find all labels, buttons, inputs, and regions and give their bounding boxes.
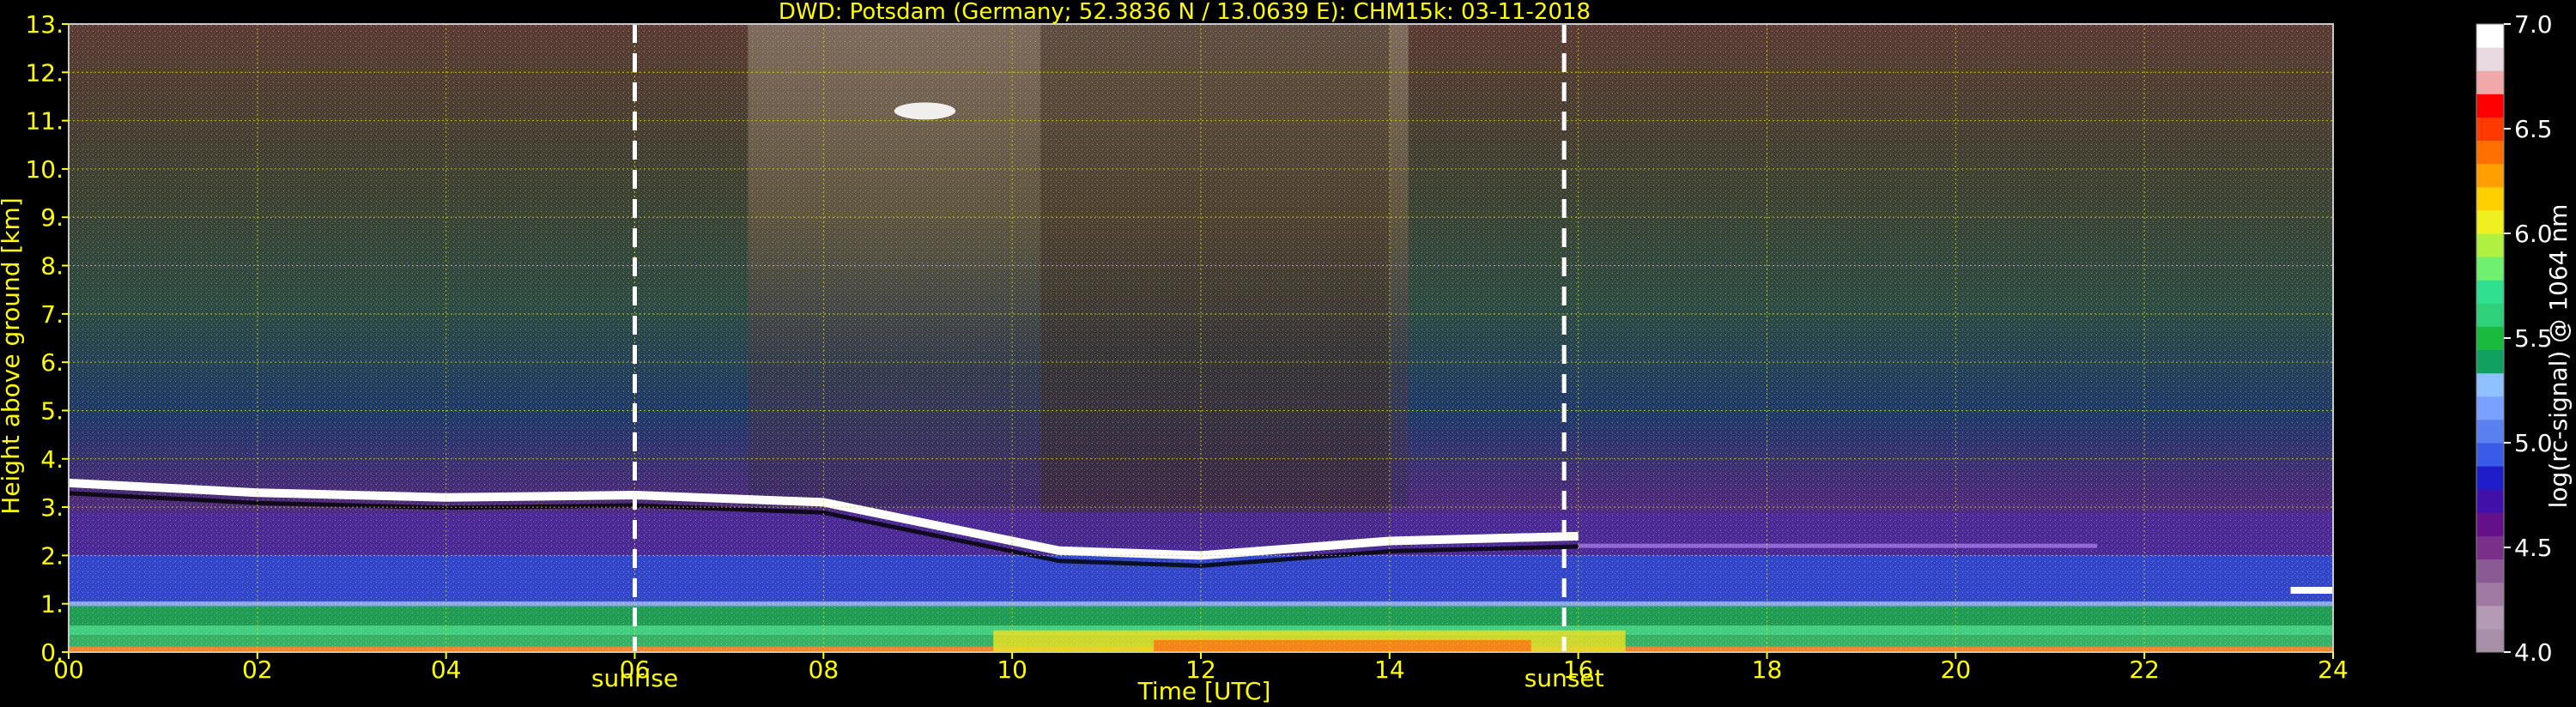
- x-tick-label: 24: [2318, 656, 2349, 684]
- x-tick-label: 06: [620, 656, 651, 684]
- colorbar-segment: [2476, 443, 2504, 467]
- x-tick-label: 08: [809, 656, 839, 684]
- colorbar-segment: [2476, 628, 2504, 653]
- colorbar-tick-label: 4.5: [2514, 534, 2553, 562]
- colorbar-tick-label: 7.0: [2514, 10, 2553, 39]
- late-cloud: [2290, 586, 2333, 594]
- x-tick-label: 14: [1374, 656, 1405, 684]
- x-tick-label: 22: [2129, 656, 2160, 684]
- colorbar-segment: [2476, 349, 2504, 374]
- colorbar-segment: [2476, 372, 2504, 397]
- x-axis-label: Time [UTC]: [1137, 677, 1271, 705]
- colorbar-segment: [2476, 140, 2504, 165]
- colorbar-segment: [2476, 163, 2504, 188]
- y-tick-label: 6.: [40, 348, 64, 377]
- y-tick-label: 1.: [40, 590, 64, 619]
- colorbar-segment: [2476, 326, 2504, 351]
- y-tick-label: 3.: [40, 493, 64, 522]
- y-tick-label: 2.: [40, 541, 64, 570]
- colorbar-segment: [2476, 419, 2504, 444]
- colorbar-segment: [2476, 233, 2504, 257]
- colorbar: 4.04.55.05.56.06.57.0: [2476, 10, 2553, 667]
- y-tick-label: 8.: [40, 252, 64, 281]
- cirrus-patch: [894, 102, 956, 120]
- y-tick-label: 5.: [40, 396, 64, 425]
- x-tick-label: 16: [1563, 656, 1594, 684]
- colorbar-segment: [2476, 535, 2504, 560]
- colorbar-segment: [2476, 280, 2504, 304]
- colorbar-segment: [2476, 24, 2504, 48]
- x-tick-label: 20: [1941, 656, 1972, 684]
- y-tick-label: 7.: [40, 300, 64, 329]
- x-tick-label: 04: [431, 656, 462, 684]
- x-tick-label: 02: [242, 656, 273, 684]
- x-tick-label: 10: [997, 656, 1027, 684]
- y-tick-label: 10.: [25, 155, 64, 184]
- y-tick-label: 4.: [40, 445, 64, 474]
- colorbar-segment: [2476, 582, 2504, 607]
- y-axis-label: Height above ground [km]: [0, 197, 25, 515]
- y-tick-label: 11.: [25, 107, 64, 136]
- colorbar-label: log(rc-signal) @ 1064 nm: [2544, 204, 2573, 509]
- chart-title: DWD: Potsdam (Germany; 52.3836 N / 13.06…: [779, 0, 1591, 25]
- colorbar-segment: [2476, 257, 2504, 281]
- colorbar-segment: [2476, 70, 2504, 94]
- colorbar-segment: [2476, 47, 2504, 71]
- colorbar-segment: [2476, 209, 2504, 234]
- colorbar-segment: [2476, 303, 2504, 327]
- colorbar-tick-label: 4.0: [2514, 638, 2553, 667]
- y-tick-label: 12.: [25, 58, 64, 87]
- colorbar-segment: [2476, 559, 2504, 583]
- lidar-chart: sunrise sunset 00 02 04 06 08 10 12 14 16 18 20 22 24…: [0, 0, 2573, 705]
- x-tick-label: 18: [1752, 656, 1783, 684]
- colorbar-segment: [2476, 117, 2504, 142]
- colorbar-segment: [2476, 466, 2504, 490]
- colorbar-tick-label: 6.5: [2514, 115, 2553, 143]
- y-tick-label: 0.: [40, 638, 64, 667]
- y-tick-label: 13.: [25, 10, 64, 39]
- colorbar-segment: [2476, 489, 2504, 513]
- colorbar-segment: [2476, 605, 2504, 630]
- y-tick-label: 9.: [40, 203, 64, 232]
- colorbar-segment: [2476, 396, 2504, 420]
- colorbar-segment: [2476, 94, 2504, 118]
- colorbar-segment: [2476, 186, 2504, 211]
- colorbar-segment: [2476, 512, 2504, 536]
